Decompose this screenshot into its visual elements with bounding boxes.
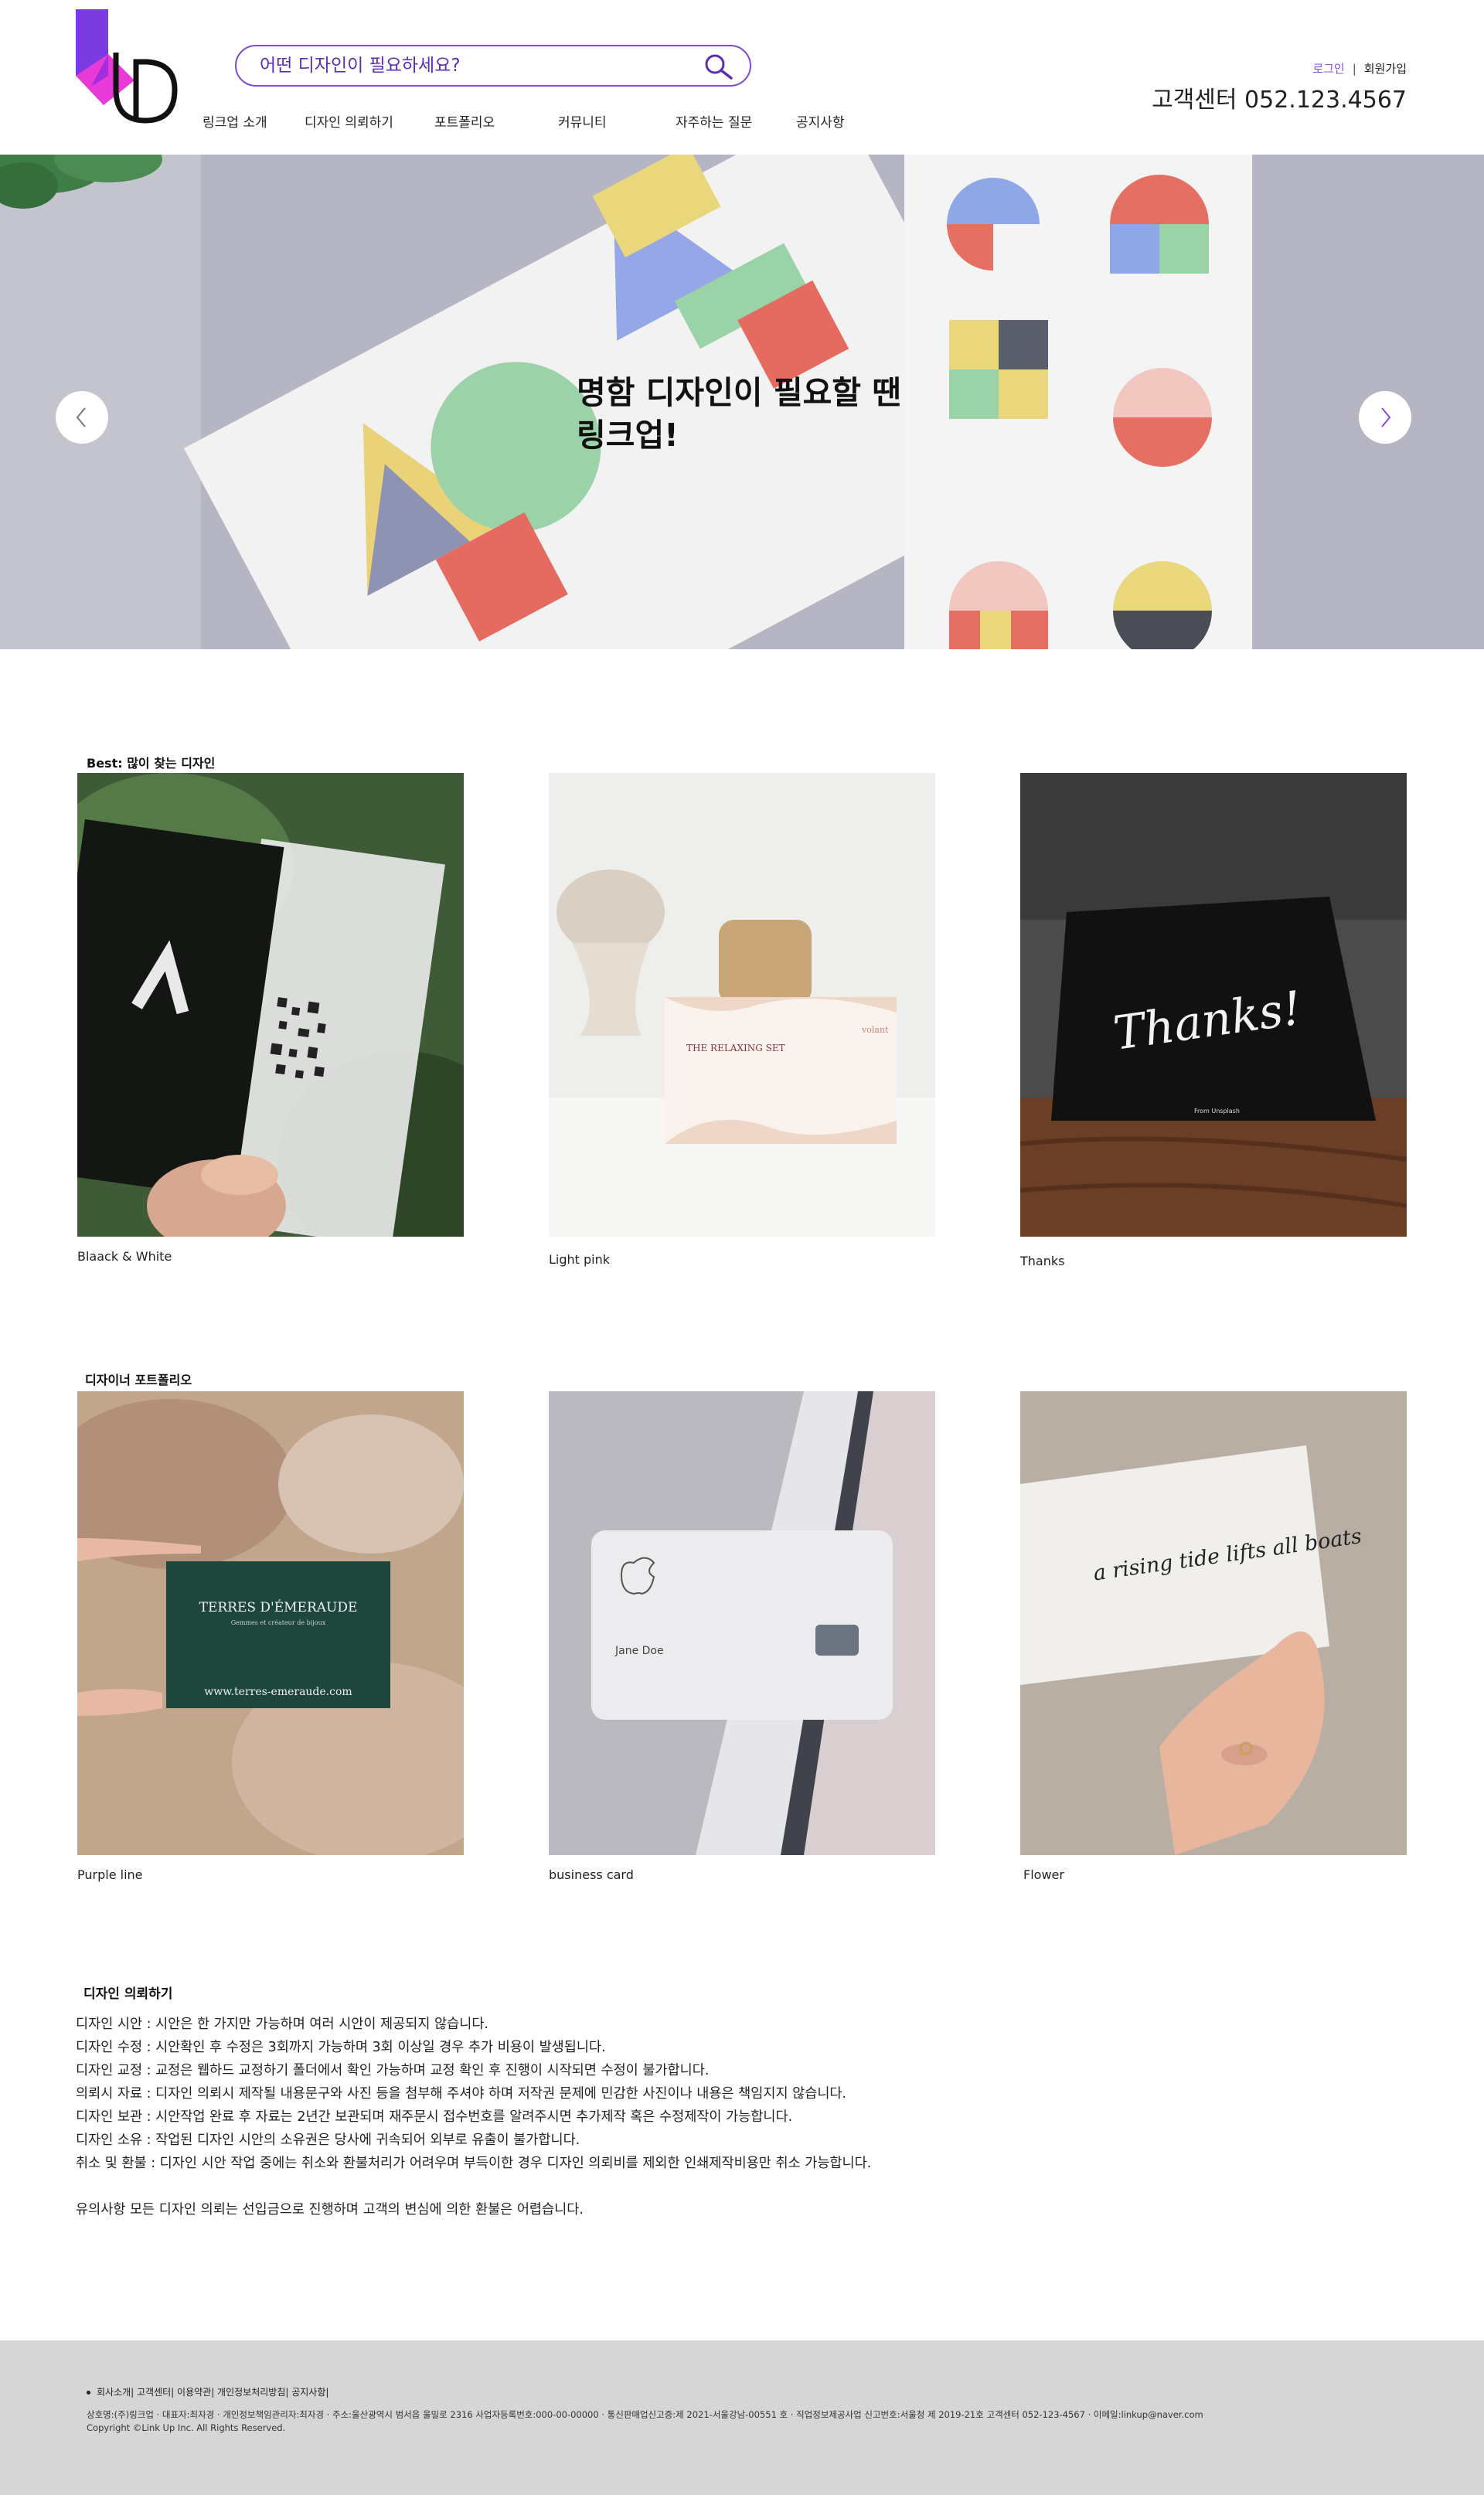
nav-item-about[interactable]: 링크업 소개: [203, 111, 267, 131]
card-title: TERRES D'ÉMERAUDE: [199, 1599, 358, 1615]
footer-info: 상호명:(주)링크업 · 대표자:최자경 · 개인정보책임관리자:최자경 · 주…: [87, 2408, 1203, 2435]
card-image: [35, 773, 526, 1268]
card-image: THE RELAXING SET volant: [549, 773, 935, 1237]
notice-line: 취소 및 환불 : 디자인 시안 작업 중에는 취소와 환불처리가 어려우며 부…: [76, 2156, 872, 2171]
footer-links-text[interactable]: 회사소개| 고객센터| 이용약관| 개인정보처리방침| 공지사항|: [97, 2387, 328, 2398]
nav-item-community[interactable]: 커뮤니티: [558, 111, 607, 131]
card-caption: Blaack & White: [77, 1249, 172, 1264]
login-link[interactable]: 로그인: [1312, 62, 1344, 76]
card-text: THE RELAXING SET: [686, 1043, 785, 1053]
notice-line: 의뢰시 자료 : 디자인 의뢰시 제작될 내용문구와 사진 등을 첨부해 주셔야…: [76, 2086, 847, 2102]
card-subtitle: Gemmes et créateur de bijoux: [231, 1619, 326, 1626]
user-menu: 로그인 | 회원가입: [1312, 60, 1407, 77]
portfolio-card-2[interactable]: Jane Doe business card: [549, 1391, 935, 1882]
notice-line: 디자인 시안 : 시안은 한 가지만 가능하며 여러 시안이 제공되지 않습니다…: [76, 2017, 488, 2032]
search-bar: [235, 45, 751, 87]
bullet-icon: [87, 2391, 90, 2395]
nav-item-notice[interactable]: 공지사항: [796, 111, 845, 131]
design-request-info: 디자인 의뢰하기 디자인 시안 : 시안은 한 가지만 가능하며 여러 시안이 …: [76, 1983, 1390, 2221]
footer-links[interactable]: 회사소개| 고객센터| 이용약관| 개인정보처리방침| 공지사항|: [87, 2385, 328, 2398]
company-info: 상호명:(주)링크업 · 대표자:최자경 · 개인정보책임관리자:최자경 · 주…: [87, 2409, 1203, 2420]
hero-title-line2: 링크업!: [577, 417, 679, 454]
hero-title: 명함 디자인이 필요할 땐 링크업!: [577, 372, 901, 457]
search-input[interactable]: [260, 46, 693, 85]
hero-title-line1: 명함 디자인이 필요할 땐: [577, 374, 902, 411]
chevron-left-icon: [76, 407, 86, 427]
card-image: TERRES D'ÉMERAUDE Gemmes et créateur de …: [46, 1391, 510, 1863]
site-header: 링크업 소개 디자인 의뢰하기 포트폴리오 커뮤니티 자주하는 질문 공지사항 …: [0, 0, 1484, 155]
notice-warning: 유의사항 모든 디자인 의뢰는 선입금으로 진행하며 고객의 변심에 의한 환불…: [76, 2202, 584, 2218]
best-card-3[interactable]: Thanks! From Unsplash Thanks: [1019, 773, 1407, 1268]
search-icon[interactable]: [703, 53, 734, 80]
card-name: Jane Doe: [614, 1645, 664, 1657]
nav-item-faq[interactable]: 자주하는 질문: [676, 111, 752, 131]
notice-title: 디자인 의뢰하기: [83, 1986, 173, 2002]
nav-item-request[interactable]: 디자인 의뢰하기: [305, 111, 393, 131]
portfolio-section-title: 디자이너 포트폴리오: [85, 1373, 192, 1387]
chevron-right-icon: [1381, 407, 1391, 427]
best-card-1[interactable]: Blaack & White: [35, 773, 526, 1268]
slider-prev-button[interactable]: [56, 391, 108, 444]
portfolio-card-3[interactable]: a rising tide lifts all boats Flower: [1020, 1391, 1407, 1882]
notice-line: 디자인 수정 : 시안확인 후 수정은 3회까지 가능하며 3회 이상일 경우 …: [76, 2040, 606, 2055]
card-small: From Unsplash: [1194, 1108, 1240, 1115]
card-image: Jane Doe: [549, 1391, 935, 1855]
site-footer: 회사소개| 고객센터| 이용약관| 개인정보처리방침| 공지사항| 상호명:(주…: [0, 2340, 1484, 2495]
join-link[interactable]: 회원가입: [1364, 62, 1407, 76]
slider-next-button[interactable]: [1359, 391, 1411, 444]
card-caption: Light pink: [549, 1252, 611, 1267]
customer-center: 고객센터 052.123.4567: [1152, 87, 1407, 114]
best-card-2[interactable]: THE RELAXING SET volant Light pink: [549, 773, 935, 1267]
util-separator: |: [1352, 62, 1356, 76]
notice-line: 디자인 교정 : 교정은 웹하드 교정하기 폴더에서 확인 가능하며 교정 확인…: [76, 2063, 710, 2078]
card-caption: Flower: [1023, 1867, 1064, 1882]
best-section-title: Best: 많이 찾는 디자인: [87, 756, 216, 771]
card-image: Thanks! From Unsplash: [1019, 773, 1407, 1237]
notice-line: 디자인 소유 : 작업된 디자인 시안의 소유권은 당사에 귀속되어 외부로 유…: [76, 2132, 580, 2148]
notice-line: 디자인 보관 : 시안작업 완료 후 자료는 2년간 보관되며 재주문시 접수번…: [76, 2109, 793, 2125]
card-image: a rising tide lifts all boats: [1020, 1391, 1407, 1855]
hero-banner: 명함 디자인이 필요할 땐 링크업!: [0, 155, 1484, 649]
nav-item-portfolio[interactable]: 포트폴리오: [434, 111, 495, 131]
card-caption: Thanks: [1020, 1254, 1065, 1268]
card-caption: business card: [549, 1867, 634, 1882]
card-url: www.terres-emeraude.com: [204, 1686, 352, 1698]
logo-icon[interactable]: [76, 9, 184, 125]
card-caption: Purple line: [77, 1867, 143, 1882]
card-brand: volant: [861, 1025, 889, 1035]
portfolio-card-1[interactable]: TERRES D'ÉMERAUDE Gemmes et créateur de …: [46, 1391, 510, 1882]
copyright: Copyright ©Link Up Inc. All Rights Reser…: [87, 2422, 286, 2433]
